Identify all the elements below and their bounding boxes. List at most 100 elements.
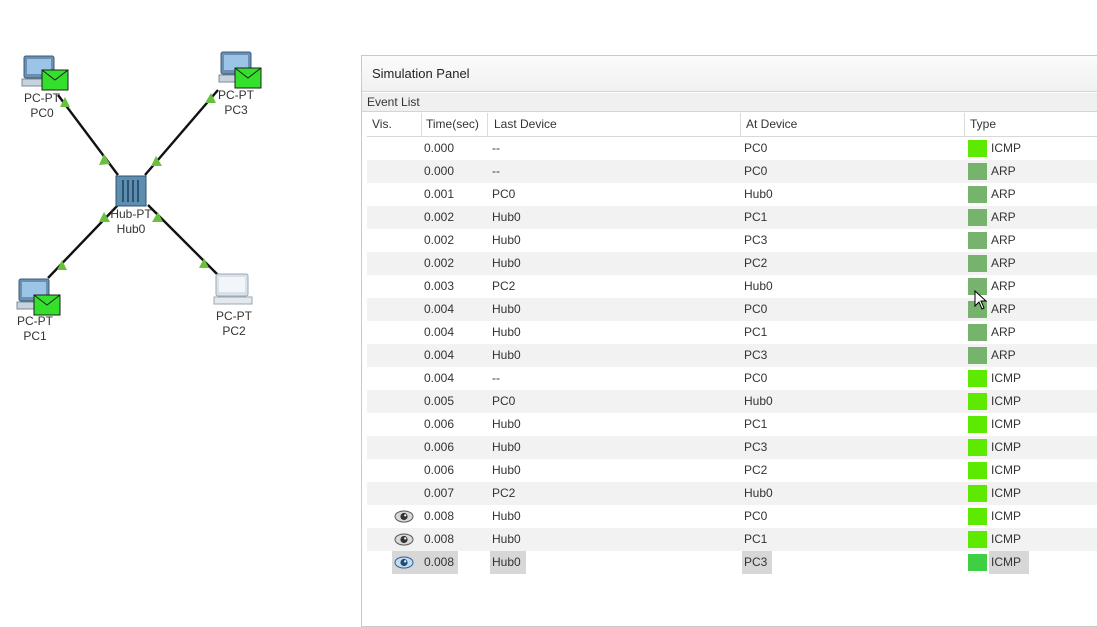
cell-at-device: PC3	[744, 555, 768, 569]
table-row[interactable]: 0.002 Hub0 PC1 ARP	[367, 206, 1097, 229]
cell-last-device: Hub0	[492, 302, 521, 316]
eye-icon[interactable]	[394, 533, 414, 549]
cell-type: ARP	[991, 210, 1016, 224]
pc1-name-label: PC1	[23, 329, 47, 343]
cell-last-device: Hub0	[492, 233, 521, 247]
device-pc0[interactable]	[21, 55, 69, 91]
type-color-swatch[interactable]	[968, 186, 987, 203]
table-row[interactable]: 0.001 PC0 Hub0 ARP	[367, 183, 1097, 206]
cell-last-device: Hub0	[492, 440, 521, 454]
col-header-vis[interactable]: Vis.	[372, 113, 392, 136]
envelope-icon	[41, 69, 69, 91]
cell-type: ICMP	[991, 509, 1021, 523]
cell-last-device: PC0	[492, 394, 516, 408]
table-row[interactable]: 0.004 -- PC0 ICMP	[367, 367, 1097, 390]
type-color-swatch[interactable]	[968, 485, 987, 502]
type-color-swatch[interactable]	[968, 324, 987, 341]
eye-icon[interactable]	[394, 510, 414, 526]
type-color-swatch[interactable]	[968, 508, 987, 525]
cell-time: 0.003	[424, 279, 455, 293]
cell-at-device: PC1	[744, 532, 768, 546]
cell-type: ICMP	[991, 417, 1021, 431]
type-color-swatch[interactable]	[968, 209, 987, 226]
cell-at-device: PC2	[744, 463, 768, 477]
cell-last-device: Hub0	[492, 463, 521, 477]
mouse-cursor-icon	[974, 290, 988, 310]
cell-last-device: PC2	[492, 486, 516, 500]
cell-type: ARP	[991, 325, 1016, 339]
cell-last-device: Hub0	[492, 532, 521, 546]
cell-at-device: PC3	[744, 233, 768, 247]
cell-at-device: PC0	[744, 164, 768, 178]
cell-at-device: PC1	[744, 210, 768, 224]
table-row[interactable]: 0.002 Hub0 PC2 ARP	[367, 252, 1097, 275]
type-color-swatch[interactable]	[968, 347, 987, 364]
cell-time: 0.004	[424, 302, 455, 316]
type-color-swatch[interactable]	[968, 439, 987, 456]
type-color-swatch[interactable]	[968, 163, 987, 180]
cell-last-device: Hub0	[492, 509, 521, 523]
table-header: Vis. Time(sec) Last Device At Device Typ…	[367, 113, 1097, 137]
simulation-panel: Simulation Panel Event List Vis. Time(se…	[361, 55, 1097, 627]
cell-time: 0.001	[424, 187, 455, 201]
pc0-name-label: PC0	[30, 106, 54, 120]
table-row[interactable]: 0.007 PC2 Hub0 ICMP	[367, 482, 1097, 505]
table-row[interactable]: 0.002 Hub0 PC3 ARP	[367, 229, 1097, 252]
event-table[interactable]: Vis. Time(sec) Last Device At Device Typ…	[367, 113, 1097, 574]
table-row[interactable]: 0.006 Hub0 PC3 ICMP	[367, 436, 1097, 459]
table-row[interactable]: 0.008 Hub0 PC1 ICMP	[367, 528, 1097, 551]
device-pc3[interactable]	[218, 51, 262, 89]
link-light-pc0-hub	[99, 154, 110, 165]
table-row[interactable]: 0.008 Hub0 PC3 ICMP	[367, 551, 1097, 574]
eye-icon[interactable]	[394, 556, 414, 572]
type-color-swatch[interactable]	[968, 370, 987, 387]
cell-type: ICMP	[991, 394, 1021, 408]
table-row[interactable]: 0.004 Hub0 PC3 ARP	[367, 344, 1097, 367]
type-color-swatch[interactable]	[968, 462, 987, 479]
cell-at-device: PC0	[744, 371, 768, 385]
cell-time: 0.008	[424, 555, 455, 569]
col-header-last-device[interactable]: Last Device	[494, 113, 557, 136]
table-row[interactable]: 0.006 Hub0 PC1 ICMP	[367, 413, 1097, 436]
cell-last-device: Hub0	[492, 325, 521, 339]
device-pc1[interactable]	[16, 278, 61, 316]
cell-time: 0.004	[424, 348, 455, 362]
type-color-swatch[interactable]	[968, 232, 987, 249]
cell-at-device: Hub0	[744, 187, 773, 201]
table-row[interactable]: 0.004 Hub0 PC1 ARP	[367, 321, 1097, 344]
topology-canvas[interactable]: PC-PT PC0 PC-PT PC3 Hub-PT Hub0 PC-PT PC…	[0, 0, 360, 614]
cell-at-device: PC0	[744, 141, 768, 155]
table-row[interactable]: 0.000 -- PC0 ARP	[367, 160, 1097, 183]
cell-at-device: PC3	[744, 348, 768, 362]
cell-time: 0.000	[424, 164, 455, 178]
cell-type: ARP	[991, 233, 1016, 247]
cell-time: 0.004	[424, 325, 455, 339]
envelope-icon	[33, 294, 61, 316]
cell-at-device: PC0	[744, 509, 768, 523]
cell-type: ARP	[991, 187, 1016, 201]
type-color-swatch[interactable]	[968, 554, 987, 571]
table-row[interactable]: 0.006 Hub0 PC2 ICMP	[367, 459, 1097, 482]
device-hub0[interactable]	[115, 175, 147, 207]
link-light-pc1-end	[57, 260, 67, 270]
cell-at-device: PC0	[744, 302, 768, 316]
table-row[interactable]: 0.008 Hub0 PC0 ICMP	[367, 505, 1097, 528]
col-header-time[interactable]: Time(sec)	[426, 113, 479, 136]
type-color-swatch[interactable]	[968, 255, 987, 272]
type-color-swatch[interactable]	[968, 531, 987, 548]
device-pc2[interactable]	[213, 273, 253, 305]
table-row[interactable]: 0.000 -- PC0 ICMP	[367, 137, 1097, 160]
type-color-swatch[interactable]	[968, 140, 987, 157]
col-header-at-device[interactable]: At Device	[746, 113, 797, 136]
type-color-swatch[interactable]	[968, 393, 987, 410]
col-header-type[interactable]: Type	[970, 113, 996, 136]
table-row[interactable]: 0.005 PC0 Hub0 ICMP	[367, 390, 1097, 413]
pc1-type-label: PC-PT	[17, 314, 54, 328]
pc3-type-label: PC-PT	[218, 88, 255, 102]
type-color-swatch[interactable]	[968, 416, 987, 433]
cell-at-device: PC3	[744, 440, 768, 454]
cell-last-device: PC2	[492, 279, 516, 293]
cell-type: ARP	[991, 279, 1016, 293]
hub0-name-label: Hub0	[117, 222, 146, 236]
cell-type: ICMP	[991, 371, 1021, 385]
